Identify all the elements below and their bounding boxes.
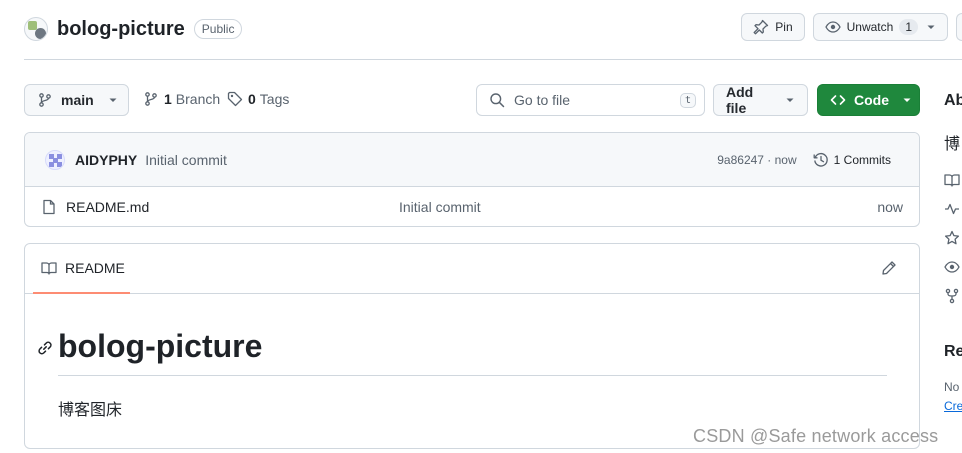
book-icon[interactable] [944, 172, 960, 188]
unwatch-button[interactable]: Unwatch 1 [812, 13, 948, 41]
branches-label: Branch [175, 91, 221, 107]
chevron-down-icon [785, 95, 795, 105]
latest-commit-bar: AIDYPHY Initial commit 9a86247 · now 1 C… [25, 133, 919, 187]
branch-select-button[interactable]: main [24, 84, 129, 116]
pin-icon [753, 19, 769, 35]
chevron-down-icon [902, 95, 912, 105]
chevron-down-icon [108, 95, 118, 105]
branch-icon [37, 92, 53, 108]
table-row[interactable]: README.md Initial commit now [25, 187, 919, 226]
author-avatar[interactable] [45, 149, 65, 170]
about-title: Ab [944, 92, 962, 109]
file-name[interactable]: README.md [66, 199, 149, 215]
readme-tab-label: README [65, 260, 125, 276]
add-file-label: Add file [726, 84, 754, 116]
history-icon [813, 152, 829, 168]
shortcut-key: t [679, 92, 696, 108]
code-icon [830, 92, 846, 108]
watermark: CSDN @Safe network access [693, 426, 939, 446]
branch-icon [143, 91, 159, 107]
pulse-icon[interactable] [944, 201, 960, 217]
search-icon [489, 92, 505, 108]
code-button[interactable]: Code [817, 84, 920, 116]
fork-button-partial[interactable] [956, 13, 962, 41]
file-browser: AIDYPHY Initial commit 9a86247 · now 1 C… [24, 132, 920, 227]
commits-history-link[interactable]: 1 Commits [813, 152, 891, 168]
book-icon [41, 260, 57, 276]
repo-header: bolog-picture Public [24, 14, 243, 44]
unwatch-label: Unwatch [846, 20, 894, 34]
tags-label: Tags [259, 91, 290, 107]
commit-meta: 9a86247 · now 1 Commits [717, 133, 891, 187]
eye-icon[interactable] [944, 259, 960, 275]
file-icon [41, 199, 57, 215]
repo-owner-avatar[interactable] [24, 17, 48, 41]
about-description: 博 [944, 134, 961, 153]
add-file-button[interactable]: Add file [713, 84, 808, 116]
commits-count-label: 1 Commits [833, 153, 891, 167]
star-icon[interactable] [944, 230, 960, 246]
chevron-down-icon [926, 22, 936, 32]
tag-icon [227, 91, 243, 107]
pin-button[interactable]: Pin [741, 13, 805, 41]
readme-paragraph: 博客图床 [58, 400, 123, 419]
go-to-file-input[interactable]: Go to file t [476, 84, 705, 116]
readme-header: README [25, 244, 919, 294]
releases-text: No [944, 380, 960, 394]
heading-divider [58, 375, 887, 376]
commit-author[interactable]: AIDYPHY [75, 152, 137, 168]
commit-sha-time[interactable]: 9a86247 · now [717, 153, 796, 167]
go-to-file-placeholder: Go to file [514, 92, 571, 108]
branches-link[interactable]: 1 Branch [143, 91, 220, 107]
eye-icon [824, 19, 841, 35]
tags-count: 0 [248, 91, 256, 107]
releases-title: Re [944, 343, 962, 360]
visibility-badge: Public [193, 19, 243, 39]
link-icon[interactable] [37, 340, 53, 356]
commit-message[interactable]: Initial commit [145, 152, 227, 168]
file-commit-message[interactable]: Initial commit [399, 199, 481, 215]
tags-link[interactable]: 0 Tags [227, 91, 289, 107]
create-release-link[interactable]: Cre [944, 399, 962, 413]
watch-counter: 1 [899, 19, 918, 35]
pencil-icon[interactable] [881, 260, 897, 276]
file-age: now [877, 199, 903, 215]
code-label: Code [854, 92, 889, 108]
branches-count: 1 [164, 91, 172, 107]
readme-heading: bolog-picture [58, 328, 263, 364]
repo-name[interactable]: bolog-picture [57, 18, 185, 41]
header-divider [24, 59, 962, 60]
repo-header-actions: Pin Unwatch 1 [741, 13, 962, 41]
tab-readme[interactable]: README [33, 244, 130, 294]
branch-name: main [61, 92, 94, 108]
pin-label: Pin [775, 20, 793, 34]
readme-panel: README bolog-picture 博客图床 [24, 243, 920, 449]
fork-icon[interactable] [944, 288, 960, 304]
